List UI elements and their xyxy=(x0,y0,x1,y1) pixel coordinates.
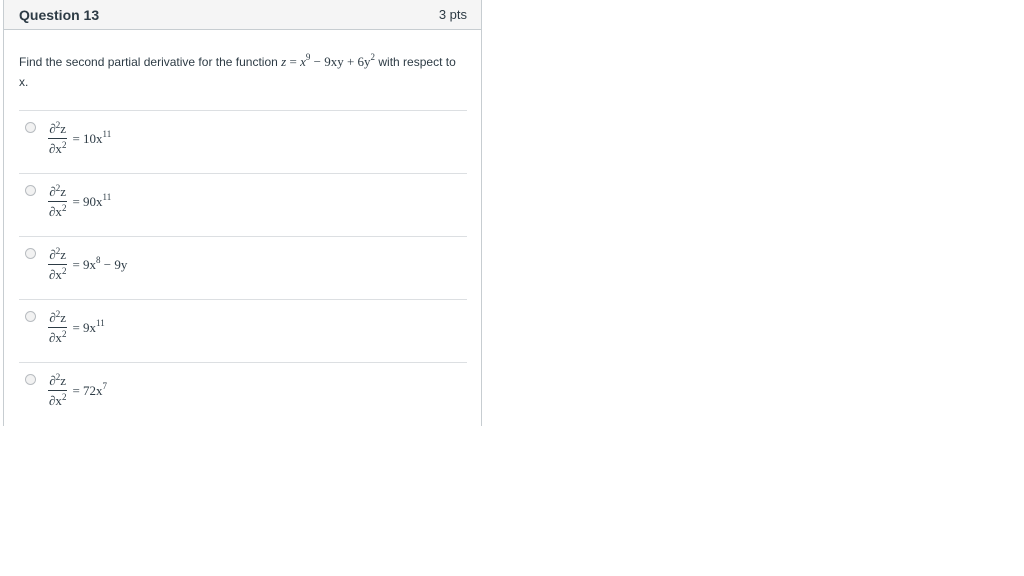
fraction-denominator: ∂x2 xyxy=(48,328,67,346)
answer-radio-3[interactable] xyxy=(25,248,36,259)
rhs-base: = 9x xyxy=(72,319,97,335)
den-base: ∂x xyxy=(49,267,62,282)
answer-option-4[interactable]: ∂2z ∂x2 = 9x11 xyxy=(19,300,467,363)
answer-rhs-2: = 90x11 xyxy=(72,191,112,210)
num-var: z xyxy=(60,373,67,388)
derivative-fraction: ∂2z ∂x2 xyxy=(48,310,68,346)
answer-option-3[interactable]: ∂2z ∂x2 = 9x8 − 9y xyxy=(19,237,467,300)
answer-rhs-1: = 10x11 xyxy=(72,128,112,147)
question-points: 3 pts xyxy=(438,7,467,22)
function-exp2: 2 xyxy=(370,52,376,62)
prompt-text-before: Find the second partial derivative for t… xyxy=(19,55,278,69)
derivative-fraction: ∂2z ∂x2 xyxy=(48,184,68,220)
answer-rhs-5: = 72x7 xyxy=(72,380,108,399)
answer-rhs-4: = 9x11 xyxy=(72,317,105,336)
function-eq: = xyxy=(286,54,301,69)
den-base: ∂x xyxy=(49,393,62,408)
rhs-exp: 7 xyxy=(102,380,108,391)
num-var: z xyxy=(60,121,67,136)
question-card: Question 13 3 pts Find the second partia… xyxy=(3,0,482,426)
fraction-denominator: ∂x2 xyxy=(48,202,67,220)
answer-option-2[interactable]: ∂2z ∂x2 = 90x11 xyxy=(19,174,467,237)
den-exp: 2 xyxy=(61,203,67,213)
answer-radio-4[interactable] xyxy=(25,311,36,322)
answer-expression-1: ∂2z ∂x2 = 10x11 xyxy=(48,121,111,156)
rhs-exp: 11 xyxy=(102,191,112,202)
rhs-exp: 11 xyxy=(96,317,105,328)
fraction-denominator: ∂x2 xyxy=(48,139,67,157)
function-term2: − 9xy + 6y xyxy=(310,54,371,69)
answer-expression-5: ∂2z ∂x2 = 72x7 xyxy=(48,373,107,408)
rhs-tail: − 9y xyxy=(100,256,128,272)
answer-expression-3: ∂2z ∂x2 = 9x8 − 9y xyxy=(48,247,127,282)
answer-rhs-3: = 9x8 − 9y xyxy=(72,255,128,273)
answer-radio-2[interactable] xyxy=(25,185,36,196)
answer-expression-2: ∂2z ∂x2 = 90x11 xyxy=(48,184,111,219)
question-header: Question 13 3 pts xyxy=(4,0,481,30)
fraction-denominator: ∂x2 xyxy=(48,265,67,283)
rhs-exp: 11 xyxy=(102,128,112,139)
question-body: Find the second partial derivative for t… xyxy=(4,30,481,426)
fraction-numerator: ∂2z xyxy=(48,310,68,328)
fraction-numerator: ∂2z xyxy=(48,121,68,139)
den-exp: 2 xyxy=(61,329,67,339)
answer-radio-1[interactable] xyxy=(25,122,36,133)
derivative-fraction: ∂2z ∂x2 xyxy=(48,373,68,409)
fraction-denominator: ∂x2 xyxy=(48,391,67,409)
question-title: Question 13 xyxy=(19,6,100,23)
fraction-numerator: ∂2z xyxy=(48,184,68,202)
rhs-base: = 72x xyxy=(72,382,103,398)
num-var: z xyxy=(60,310,67,325)
answer-expression-4: ∂2z ∂x2 = 9x11 xyxy=(48,310,105,345)
den-base: ∂x xyxy=(49,204,62,219)
den-exp: 2 xyxy=(61,266,67,276)
rhs-base: = 10x xyxy=(72,130,103,146)
function-expression: z = x9 − 9xy + 6y2 xyxy=(281,52,376,70)
den-base: ∂x xyxy=(49,330,62,345)
derivative-fraction: ∂2z ∂x2 xyxy=(48,121,68,157)
answer-option-5[interactable]: ∂2z ∂x2 = 72x7 xyxy=(19,363,467,426)
fraction-numerator: ∂2z xyxy=(48,247,68,265)
den-exp: 2 xyxy=(61,140,67,150)
den-exp: 2 xyxy=(61,392,67,402)
num-var: z xyxy=(60,247,67,262)
rhs-base: = 90x xyxy=(72,193,103,209)
num-var: z xyxy=(60,184,67,199)
question-prompt: Find the second partial derivative for t… xyxy=(19,52,466,92)
answer-option-1[interactable]: ∂2z ∂x2 = 10x11 xyxy=(19,111,467,174)
den-base: ∂x xyxy=(49,141,62,156)
derivative-fraction: ∂2z ∂x2 xyxy=(48,247,68,283)
answer-list: ∂2z ∂x2 = 10x11 ∂2z ∂x2 = 90x11 ∂2z ∂x2 … xyxy=(19,110,467,426)
rhs-base: = 9x xyxy=(72,256,97,272)
answer-radio-5[interactable] xyxy=(25,374,36,385)
fraction-numerator: ∂2z xyxy=(48,373,68,391)
